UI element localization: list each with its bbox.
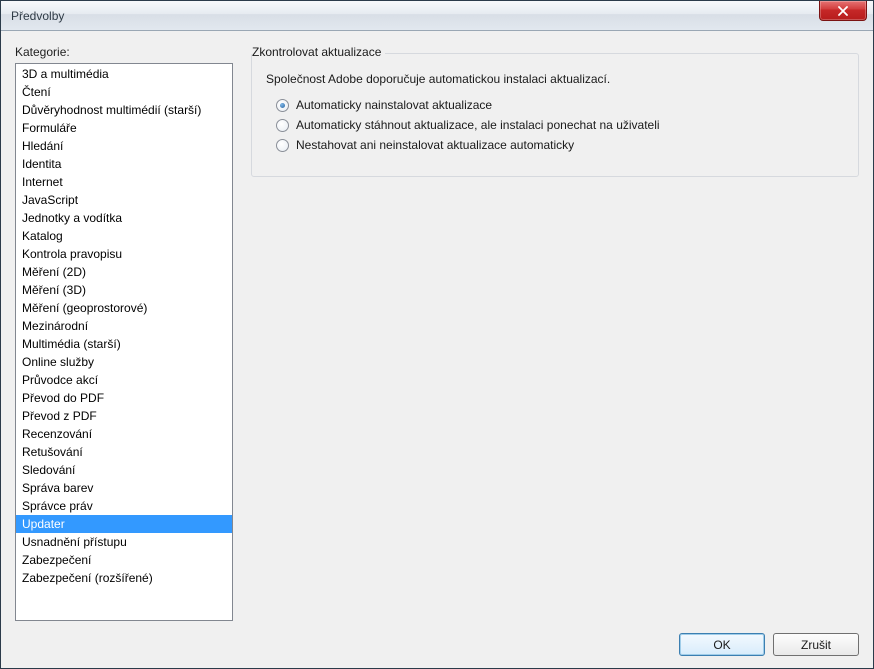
category-item[interactable]: Formuláře [16,119,232,137]
category-item[interactable]: Průvodce akcí [16,371,232,389]
category-item[interactable]: Retušování [16,443,232,461]
category-item[interactable]: Katalog [16,227,232,245]
category-item[interactable]: Zabezpečení (rozšířené) [16,569,232,587]
dialog-buttons: OK Zrušit [15,633,859,656]
body-area: Kategorie: 3D a multimédiaČteníDůvěryhod… [15,45,859,621]
category-listbox[interactable]: 3D a multimédiaČteníDůvěryhodnost multim… [15,63,233,621]
window-title: Předvolby [11,9,64,23]
category-item[interactable]: Online služby [16,353,232,371]
category-item[interactable]: Mezinárodní [16,317,232,335]
update-option-label: Nestahovat ani neinstalovat aktualizace … [296,138,574,152]
category-item[interactable]: Usnadnění přístupu [16,533,232,551]
category-item[interactable]: Měření (3D) [16,281,232,299]
category-item[interactable]: Zabezpečení [16,551,232,569]
updates-group: Zkontrolovat aktualizace Společnost Adob… [251,53,859,177]
close-button[interactable] [819,1,867,21]
close-icon [837,6,849,16]
category-item[interactable]: JavaScript [16,191,232,209]
radio-icon [276,119,289,132]
preferences-window: Předvolby Kategorie: 3D a multimédiaČten… [0,0,874,669]
category-item[interactable]: Sledování [16,461,232,479]
category-item[interactable]: Internet [16,173,232,191]
update-option-label: Automaticky stáhnout aktualizace, ale in… [296,118,660,132]
category-item[interactable]: Důvěryhodnost multimédií (starší) [16,101,232,119]
category-item[interactable]: Updater [16,515,232,533]
category-column: Kategorie: 3D a multimédiaČteníDůvěryhod… [15,45,233,621]
category-item[interactable]: Identita [16,155,232,173]
category-item[interactable]: Měření (2D) [16,263,232,281]
category-item[interactable]: Jednotky a vodítka [16,209,232,227]
category-item[interactable]: Čtení [16,83,232,101]
group-description: Společnost Adobe doporučuje automatickou… [266,72,844,86]
update-option-label: Automaticky nainstalovat aktualizace [296,98,492,112]
category-label: Kategorie: [15,45,233,59]
ok-button[interactable]: OK [679,633,765,656]
category-item[interactable]: 3D a multimédia [16,65,232,83]
category-item[interactable]: Recenzování [16,425,232,443]
category-item[interactable]: Správce práv [16,497,232,515]
client-area: Kategorie: 3D a multimédiaČteníDůvěryhod… [1,31,873,668]
category-item[interactable]: Hledání [16,137,232,155]
update-option[interactable]: Automaticky nainstalovat aktualizace [276,98,844,112]
category-item[interactable]: Převod do PDF [16,389,232,407]
update-option[interactable]: Automaticky stáhnout aktualizace, ale in… [276,118,844,132]
settings-column: Zkontrolovat aktualizace Společnost Adob… [251,45,859,621]
radio-icon [276,139,289,152]
category-item[interactable]: Správa barev [16,479,232,497]
titlebar: Předvolby [1,1,873,31]
category-item[interactable]: Převod z PDF [16,407,232,425]
group-title: Zkontrolovat aktualizace [252,45,385,59]
cancel-button[interactable]: Zrušit [773,633,859,656]
update-option[interactable]: Nestahovat ani neinstalovat aktualizace … [276,138,844,152]
category-item[interactable]: Měření (geoprostorové) [16,299,232,317]
radio-icon [276,99,289,112]
category-item[interactable]: Multimédia (starší) [16,335,232,353]
update-options-radio-group: Automaticky nainstalovat aktualizace Auto… [266,98,844,152]
category-item[interactable]: Kontrola pravopisu [16,245,232,263]
